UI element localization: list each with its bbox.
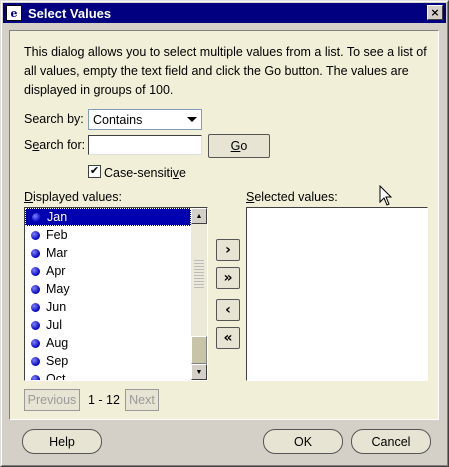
search-for-label: Search for: [24, 138, 86, 152]
go-button-label: Go [230, 139, 248, 153]
list-item[interactable]: Apr [25, 262, 191, 280]
list-item[interactable]: Sep [25, 352, 191, 370]
cancel-button-label: Cancel [371, 434, 411, 449]
bullet-icon [31, 302, 40, 312]
title-bar[interactable]: e Select Values × [3, 3, 446, 23]
displayed-values-list[interactable]: Jan Feb Mar Apr May Jun Jul Aug Sep Oct ▲ ▼ [24, 207, 208, 381]
list-item-label: Sep [46, 354, 69, 368]
search-by-select[interactable]: Contains [88, 109, 202, 130]
app-icon: e [6, 5, 22, 21]
bullet-icon [31, 338, 40, 348]
intro-text: This dialog allows you to select multipl… [24, 45, 427, 97]
chevron-left-icon: ‹ [225, 302, 231, 318]
next-button-label: Next [129, 393, 155, 407]
previous-button-label: Previous [27, 393, 77, 407]
list-item-label: Oct [46, 372, 66, 381]
check-icon: ✔ [89, 165, 100, 177]
selected-values-list[interactable] [246, 207, 428, 381]
close-icon: × [430, 6, 440, 19]
content-panel: This dialog allows you to select multipl… [9, 30, 439, 420]
bullet-icon [31, 230, 40, 240]
case-sensitive-label: Case-sensitive [104, 166, 186, 180]
case-sensitive-checkbox[interactable]: ✔ [88, 165, 101, 178]
bullet-icon [32, 212, 41, 222]
list-item[interactable]: Aug [25, 334, 191, 352]
help-button[interactable]: Help [22, 429, 102, 454]
cancel-button[interactable]: Cancel [351, 429, 431, 454]
window-title: Select Values [28, 5, 112, 21]
arrow-down-icon: ▼ [195, 368, 203, 376]
double-chevron-right-icon: » [223, 270, 233, 286]
search-input[interactable] [88, 135, 202, 155]
next-button[interactable]: Next [125, 389, 159, 411]
list-item-label: Jun [46, 300, 67, 314]
list-item-label: Mar [46, 246, 68, 260]
remove-all-button[interactable]: « [216, 327, 240, 349]
list-item[interactable]: Feb [25, 226, 191, 244]
list-item-label: May [46, 282, 70, 296]
scroll-down-button[interactable]: ▼ [191, 364, 207, 380]
displayed-values-label: Displayed values: [24, 190, 122, 204]
bullet-icon [31, 356, 40, 366]
chevron-down-icon [187, 117, 197, 122]
move-all-button[interactable]: » [216, 267, 240, 289]
list-item[interactable]: May [25, 280, 191, 298]
list-item-label: Aug [46, 336, 69, 350]
ok-button-label: OK [293, 434, 313, 449]
selected-values-label: Selected values: [246, 190, 338, 204]
list-item-label: Apr [46, 264, 66, 278]
bullet-icon [31, 374, 40, 380]
double-chevron-left-icon: « [223, 330, 233, 346]
list-item[interactable]: Jan [25, 208, 191, 226]
scroll-up-button[interactable]: ▲ [191, 208, 207, 224]
bullet-icon [31, 320, 40, 330]
list-item-label: Feb [46, 228, 68, 242]
remove-button[interactable]: ‹ [216, 299, 240, 321]
bullet-icon [31, 284, 40, 294]
displayed-values-items: Jan Feb Mar Apr May Jun Jul Aug Sep Oct [25, 208, 191, 381]
move-button[interactable]: › [216, 239, 240, 261]
page-range: 1 - 12 [88, 393, 120, 407]
list-item-label: Jan [47, 210, 68, 224]
bullet-icon [31, 266, 40, 276]
help-button-label: Help [49, 434, 75, 449]
search-by-label: Search by: [24, 112, 84, 126]
search-by-value: Contains [93, 112, 143, 127]
list-item[interactable]: Jun [25, 298, 191, 316]
list-item[interactable]: Mar [25, 244, 191, 262]
chevron-right-icon: › [225, 242, 231, 258]
list-item-label: Jul [46, 318, 62, 332]
list-scrollbar[interactable]: ▲ ▼ [191, 208, 207, 380]
ok-button[interactable]: OK [263, 429, 343, 454]
scrollbar-thumb[interactable] [191, 336, 207, 364]
scrollbar-track [194, 260, 204, 290]
bullet-icon [31, 248, 40, 258]
close-button[interactable]: × [427, 5, 443, 20]
go-button[interactable]: Go [208, 134, 270, 158]
mouse-cursor-icon [379, 185, 393, 206]
previous-button[interactable]: Previous [24, 389, 80, 411]
list-item[interactable]: Oct [25, 370, 191, 381]
select-values-dialog: e Select Values × This dialog allows you… [0, 0, 449, 467]
list-item[interactable]: Jul [25, 316, 191, 334]
arrow-up-icon: ▲ [195, 212, 203, 220]
